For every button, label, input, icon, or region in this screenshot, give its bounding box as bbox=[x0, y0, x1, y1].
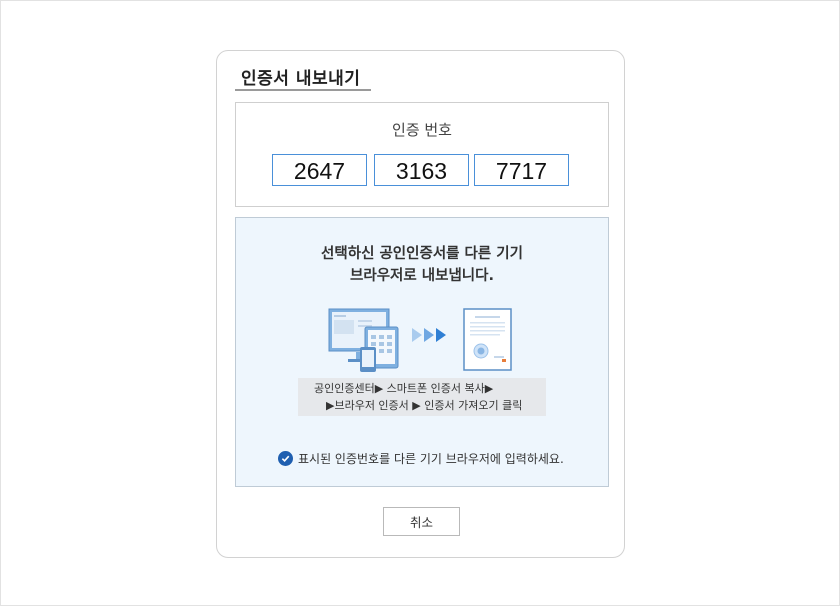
arrows-icon bbox=[412, 328, 446, 342]
cancel-button[interactable]: 취소 bbox=[383, 507, 460, 536]
notice: 표시된 인증번호를 다른 기기 브라우저에 입력하세요. bbox=[278, 450, 564, 467]
certificate-document-icon bbox=[463, 308, 512, 371]
heading-line-1: 선택하신 공인인증서를 다른 기기 bbox=[321, 246, 523, 262]
code-label: 인증 번호 bbox=[392, 121, 452, 139]
code-field-3: 7717 bbox=[474, 154, 569, 186]
code-field-1: 2647 bbox=[272, 154, 367, 186]
devices-to-certificate-illustration bbox=[328, 308, 512, 372]
check-circle-icon bbox=[278, 451, 293, 466]
steps-guide: 공인인증센터▶ 스마트폰 인증서 복사▶ ▶브라우저 인증서 ▶ 인증서 가져오… bbox=[298, 378, 546, 416]
phone-icon bbox=[360, 347, 376, 372]
dialog-title-bar: 인증서 내보내기 bbox=[235, 64, 371, 91]
heading-line-2: 브라우저로 내보냅니다. bbox=[350, 268, 494, 284]
instructions-heading: 선택하신 공인인증서를 다른 기기 브라우저로 내보냅니다. bbox=[236, 243, 608, 287]
dialog-title: 인증서 내보내기 bbox=[241, 69, 361, 89]
export-certificate-dialog: 인증서 내보내기 인증 번호 2647 3163 7717 선택하신 공인인증서… bbox=[216, 50, 625, 558]
instructions-box: 선택하신 공인인증서를 다른 기기 브라우저로 내보냅니다. 공인인증센터▶ 스… bbox=[235, 217, 609, 487]
code-field-2: 3163 bbox=[374, 154, 469, 186]
steps-line-1: 공인인증센터▶ 스마트폰 인증서 복사▶ bbox=[314, 382, 494, 395]
notice-text: 표시된 인증번호를 다른 기기 브라우저에 입력하세요. bbox=[298, 452, 564, 466]
steps-line-2: ▶브라우저 인증서 ▶ 인증서 가져오기 클릭 bbox=[326, 399, 523, 412]
certificate-code-box: 인증 번호 2647 3163 7717 bbox=[235, 102, 609, 207]
